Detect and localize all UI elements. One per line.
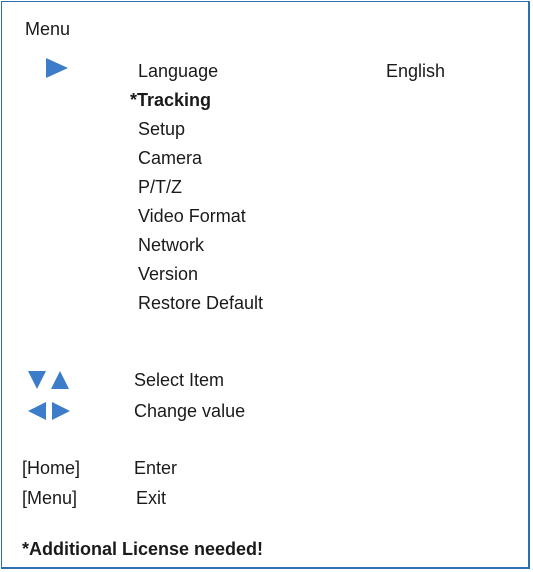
left-arrow-icon bbox=[28, 402, 46, 420]
selection-cursor-icon bbox=[46, 58, 68, 78]
right-arrow-icon bbox=[52, 402, 70, 420]
menu-item-ptz[interactable]: P/T/Z bbox=[138, 176, 182, 198]
exit-action-label: Exit bbox=[136, 488, 167, 508]
menu-frame bbox=[1, 1, 530, 569]
menu-title: Menu bbox=[25, 19, 71, 39]
up-arrow-icon bbox=[51, 371, 69, 389]
license-footnote: *Additional License needed! bbox=[22, 539, 264, 559]
change-value-label: Change value bbox=[134, 401, 246, 421]
menu-item-version[interactable]: Version bbox=[138, 263, 198, 285]
menu-item-network[interactable]: Network bbox=[138, 234, 204, 256]
select-item-label: Select Item bbox=[134, 370, 225, 390]
menu-item-video-format[interactable]: Video Format bbox=[138, 205, 246, 227]
home-key-label: [Home] bbox=[22, 458, 81, 478]
menu-item-language[interactable]: Language bbox=[138, 60, 218, 82]
menu-key-label: [Menu] bbox=[22, 488, 78, 508]
down-arrow-icon bbox=[28, 371, 46, 389]
menu-item-setup[interactable]: Setup bbox=[138, 118, 185, 140]
menu-item-camera[interactable]: Camera bbox=[138, 147, 202, 169]
menu-value-language[interactable]: English bbox=[386, 60, 445, 82]
menu-item-tracking[interactable]: *Tracking bbox=[130, 89, 211, 111]
enter-action-label: Enter bbox=[134, 458, 178, 478]
menu-item-restore-default[interactable]: Restore Default bbox=[138, 292, 263, 314]
